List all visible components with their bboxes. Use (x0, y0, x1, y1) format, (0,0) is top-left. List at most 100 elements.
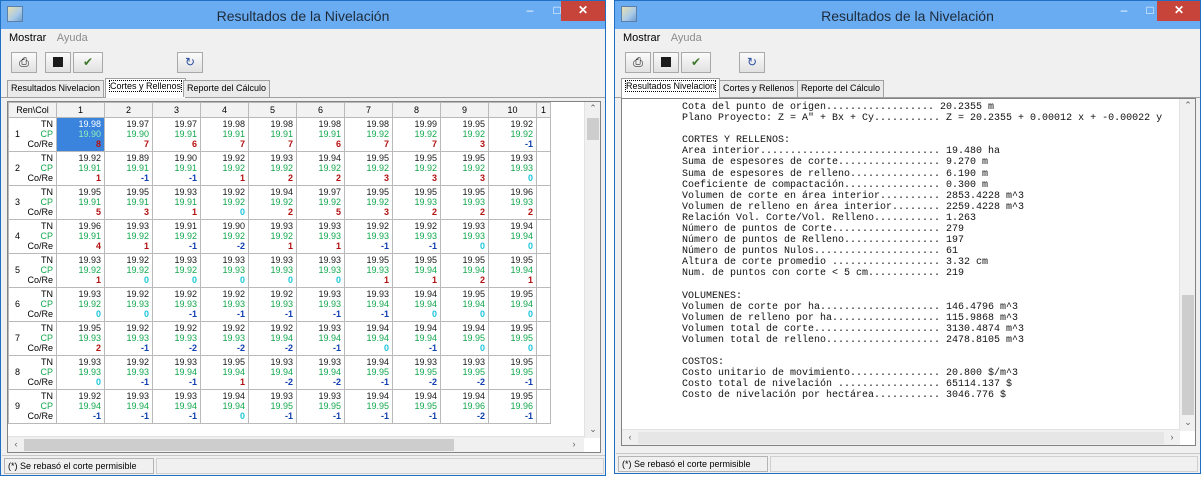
grid-cell[interactable]: 19.93 19.94 -1 (296, 321, 345, 356)
grid-cell[interactable]: 19.93 19.93 0 (296, 253, 345, 288)
grid-cell[interactable]: 19.98 19.90 8 (56, 117, 105, 152)
grid-row-header[interactable]: 5 TN CP Co/Re (8, 253, 57, 288)
grid-cell[interactable]: 19.95 19.94 1 (488, 253, 537, 288)
grid-cell[interactable]: 19.93 19.94 -1 (344, 287, 393, 322)
grid-cell[interactable]: 19.95 19.92 3 (344, 151, 393, 186)
grid-cell[interactable]: 19.97 19.92 5 (296, 185, 345, 220)
grid-cell[interactable]: 19.94 19.94 -1 (392, 321, 441, 356)
grid-cell[interactable]: 19.93 19.94 -2 (296, 355, 345, 390)
grid-cell[interactable]: 19.92 19.93 -1 (248, 287, 297, 322)
print-button[interactable]: ⎙ (11, 52, 37, 73)
grid-cell[interactable]: 19.93 19.93 0 (440, 219, 489, 254)
grid-cell[interactable]: 19.93 19.93 0 (248, 253, 297, 288)
grid-cell[interactable]: 19.95 19.92 3 (440, 151, 489, 186)
vertical-scrollbar[interactable]: ⌃ ⌄ (584, 102, 600, 438)
grid-cell[interactable]: 19.95 19.91 3 (104, 185, 153, 220)
grid-cell[interactable]: 19.98 19.92 7 (344, 117, 393, 152)
grid-cell[interactable]: 19.94 19.96 -2 (440, 389, 489, 424)
grid-cell[interactable]: 19.92 19.94 -1 (56, 389, 105, 424)
tab-resultados-nivelacion[interactable]: Resultados Nivelacion (7, 80, 105, 97)
grid-column-header[interactable]: 6 (296, 102, 345, 118)
grid-cell[interactable]: 19.93 19.94 -2 (248, 355, 297, 390)
scroll-down-arrow[interactable]: ⌄ (585, 424, 600, 435)
grid-row-header[interactable]: 9 TN CP Co/Re (8, 389, 57, 424)
menu-mostrar[interactable]: Mostrar (623, 32, 660, 44)
grid-cell[interactable]: 19.95 19.91 5 (56, 185, 105, 220)
close-button[interactable]: ✕ (1157, 1, 1200, 21)
close-button[interactable]: ✕ (561, 1, 605, 21)
grid-cell[interactable]: 19.93 19.93 0 (200, 253, 249, 288)
grid-cell[interactable]: 19.95 19.92 3 (392, 151, 441, 186)
grid-cell[interactable]: 19.90 19.91 -1 (152, 151, 201, 186)
grid-column-header[interactable]: 8 (392, 102, 441, 118)
grid-cell[interactable]: 19.92 19.94 -2 (248, 321, 297, 356)
grid-cell[interactable]: 19.92 19.91 1 (56, 151, 105, 186)
grid-cell[interactable]: 19.99 19.92 7 (392, 117, 441, 152)
grid-cell[interactable]: 19.98 19.91 7 (200, 117, 249, 152)
grid-cell[interactable]: 19.94 19.95 0 (440, 321, 489, 356)
grid-cell[interactable]: 19.93 19.92 1 (56, 253, 105, 288)
tab-reporte-del-calculo[interactable]: Reporte del Cálculo (183, 80, 271, 97)
vertical-scrollbar[interactable]: ⌃ ⌄ (1179, 99, 1195, 431)
grid-row-header[interactable]: 4 TN CP Co/Re (8, 219, 57, 254)
horizontal-scroll-thumb[interactable] (24, 439, 454, 451)
grid-cell[interactable]: 19.93 19.92 0 (152, 253, 201, 288)
grid-column-header[interactable]: 5 (248, 102, 297, 118)
grid-cell[interactable]: 19.95 19.94 2 (440, 253, 489, 288)
minimize-button[interactable]: – (1111, 1, 1137, 21)
scroll-right-arrow[interactable]: › (566, 439, 582, 449)
grid-cell[interactable]: 19.93 19.92 1 (248, 219, 297, 254)
cuts-fills-grid[interactable]: Ren\Col 1 2 3 4 5 6 7 8 9 10 1 1 TN CP Co/Re 19.98 19.90… (8, 102, 551, 424)
refresh-button[interactable]: ↻ (177, 52, 203, 73)
grid-cell[interactable]: 19.92 19.93 -1 (152, 287, 201, 322)
grid-column-header[interactable]: 10 (488, 102, 537, 118)
grid-cell[interactable]: 19.97 19.91 6 (152, 117, 201, 152)
grid-row-header[interactable]: 3 TN CP Co/Re (8, 185, 57, 220)
menu-mostrar[interactable]: Mostrar (9, 32, 46, 44)
grid-cell[interactable]: 19.92 19.92 0 (200, 185, 249, 220)
refresh-button[interactable]: ↻ (739, 52, 765, 73)
grid-column-header[interactable]: 9 (440, 102, 489, 118)
grid-cell[interactable]: 19.93 19.94 -1 (152, 389, 201, 424)
grid-cell[interactable]: 19.95 19.93 2 (56, 321, 105, 356)
grid-cell[interactable]: 19.94 19.94 0 (200, 389, 249, 424)
vertical-scroll-thumb[interactable] (1182, 295, 1194, 415)
grid-cell[interactable]: 19.95 19.94 0 (440, 287, 489, 322)
grid-cell[interactable]: 19.94 19.95 -1 (344, 355, 393, 390)
grid-cell[interactable]: 19.94 19.92 2 (248, 185, 297, 220)
scroll-down-arrow[interactable]: ⌄ (1180, 417, 1195, 428)
grid-cell[interactable]: 19.94 19.94 0 (344, 321, 393, 356)
grid-column-header[interactable]: 1 (536, 102, 551, 118)
grid-cell[interactable]: 19.92 19.93 -1 (104, 321, 153, 356)
grid-cell[interactable]: 19.89 19.91 -1 (104, 151, 153, 186)
grid-cell[interactable]: 19.91 19.92 -1 (152, 219, 201, 254)
grid-cell[interactable]: 19.93 19.95 -2 (440, 355, 489, 390)
grid-cell[interactable]: 19.98 19.91 6 (296, 117, 345, 152)
grid-cell[interactable]: 19.93 19.92 2 (248, 151, 297, 186)
horizontal-scrollbar[interactable]: ‹ › (622, 429, 1180, 445)
grid-cell[interactable]: 19.93 19.95 -2 (392, 355, 441, 390)
grid-cell[interactable]: 19.98 19.91 7 (248, 117, 297, 152)
vertical-scroll-thumb[interactable] (587, 118, 599, 140)
horizontal-scroll-thumb[interactable] (638, 432, 1164, 444)
grid-cell[interactable]: 19.96 19.93 2 (488, 185, 537, 220)
grid-cell[interactable]: 19.94 19.95 -1 (344, 389, 393, 424)
grid-row-header[interactable]: 2 TN CP Co/Re (8, 151, 57, 186)
grid-cell[interactable]: 19.96 19.91 4 (56, 219, 105, 254)
grid-cell[interactable]: 19.95 19.96 -1 (488, 389, 537, 424)
horizontal-scrollbar[interactable]: ‹ › (8, 436, 584, 452)
grid-cell[interactable]: 19.93 19.92 0 (56, 287, 105, 322)
grid-cell[interactable]: 19.92 19.92 -1 (488, 117, 537, 152)
grid-row-header[interactable]: 6 TN CP Co/Re (8, 287, 57, 322)
grid-cell[interactable]: 19.93 19.93 0 (56, 355, 105, 390)
tab-cortes-y-rellenos[interactable]: Cortes y Rellenos (105, 78, 187, 98)
scroll-left-arrow[interactable]: ‹ (8, 439, 24, 449)
tab-reporte-del-calculo[interactable]: Reporte del Cálculo (797, 80, 885, 97)
grid-column-header[interactable]: 7 (344, 102, 393, 118)
grid-cell[interactable]: 19.94 19.92 2 (296, 151, 345, 186)
grid-cell[interactable]: 19.95 19.95 0 (488, 321, 537, 356)
grid-cell[interactable]: 19.93 19.92 1 (104, 219, 153, 254)
grid-cell[interactable]: 19.93 19.94 -1 (152, 355, 201, 390)
grid-column-header[interactable]: 2 (104, 102, 153, 118)
minimize-button[interactable]: – (517, 1, 543, 21)
